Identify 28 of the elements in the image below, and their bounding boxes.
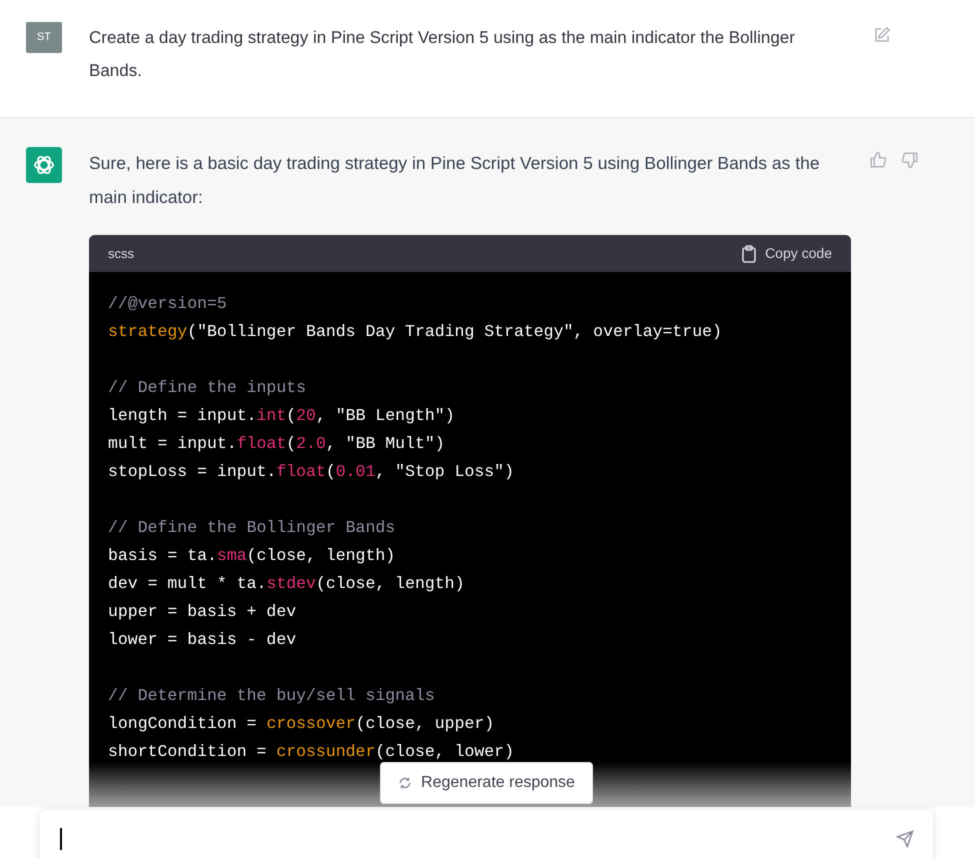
refresh-icon [398,776,412,790]
thumbs-up-icon[interactable] [869,151,887,169]
code-line: upper = basis + dev [108,601,298,623]
regenerate-button[interactable]: Regenerate response [380,762,593,804]
code-line: length = input.int(20, "BB Length") [108,405,456,427]
code-line: dev = mult * ta.stdev(close, length) [108,573,466,595]
edit-icon[interactable] [873,26,891,44]
code-line: strategy("Bollinger Bands Day Trading Strategy", overlay=true) [108,321,723,343]
code-line: //@version=5 [108,293,228,315]
code-line: mult = input.float(2.0, "BB Mult") [108,433,446,455]
code-line: // Define the Bollinger Bands [108,517,396,539]
message-input[interactable] [40,810,933,858]
user-avatar: ST [26,22,62,53]
assistant-message: Sure, here is a basic day trading strategy in Pine Script Version 5 using Bollinger Bands as the main indicator: [89,152,821,209]
code-language: scss [108,244,134,263]
assistant-logo-icon [26,147,62,183]
code-line: shortCondition = crossunder(close, lower) [108,741,515,763]
code-line: basis = ta.sma(close, length) [108,545,396,567]
copy-code-button[interactable]: Copy code [741,243,832,264]
clipboard-icon [741,244,758,262]
code-line: // Define the inputs [108,377,308,399]
user-message: Create a day trading strategy in Pine Script Version 5 using as the main indicator the Bollinger Bands. [89,27,796,82]
code-line: stopLoss = input.float(0.01, "Stop Loss") [108,461,515,483]
thumbs-down-icon[interactable] [901,151,919,169]
code-line: longCondition = crossover(close, upper) [108,713,496,735]
code-line: lower = basis - dev [108,629,298,651]
code-line: // Determine the buy/sell signals [108,685,436,707]
send-icon[interactable] [896,830,914,848]
